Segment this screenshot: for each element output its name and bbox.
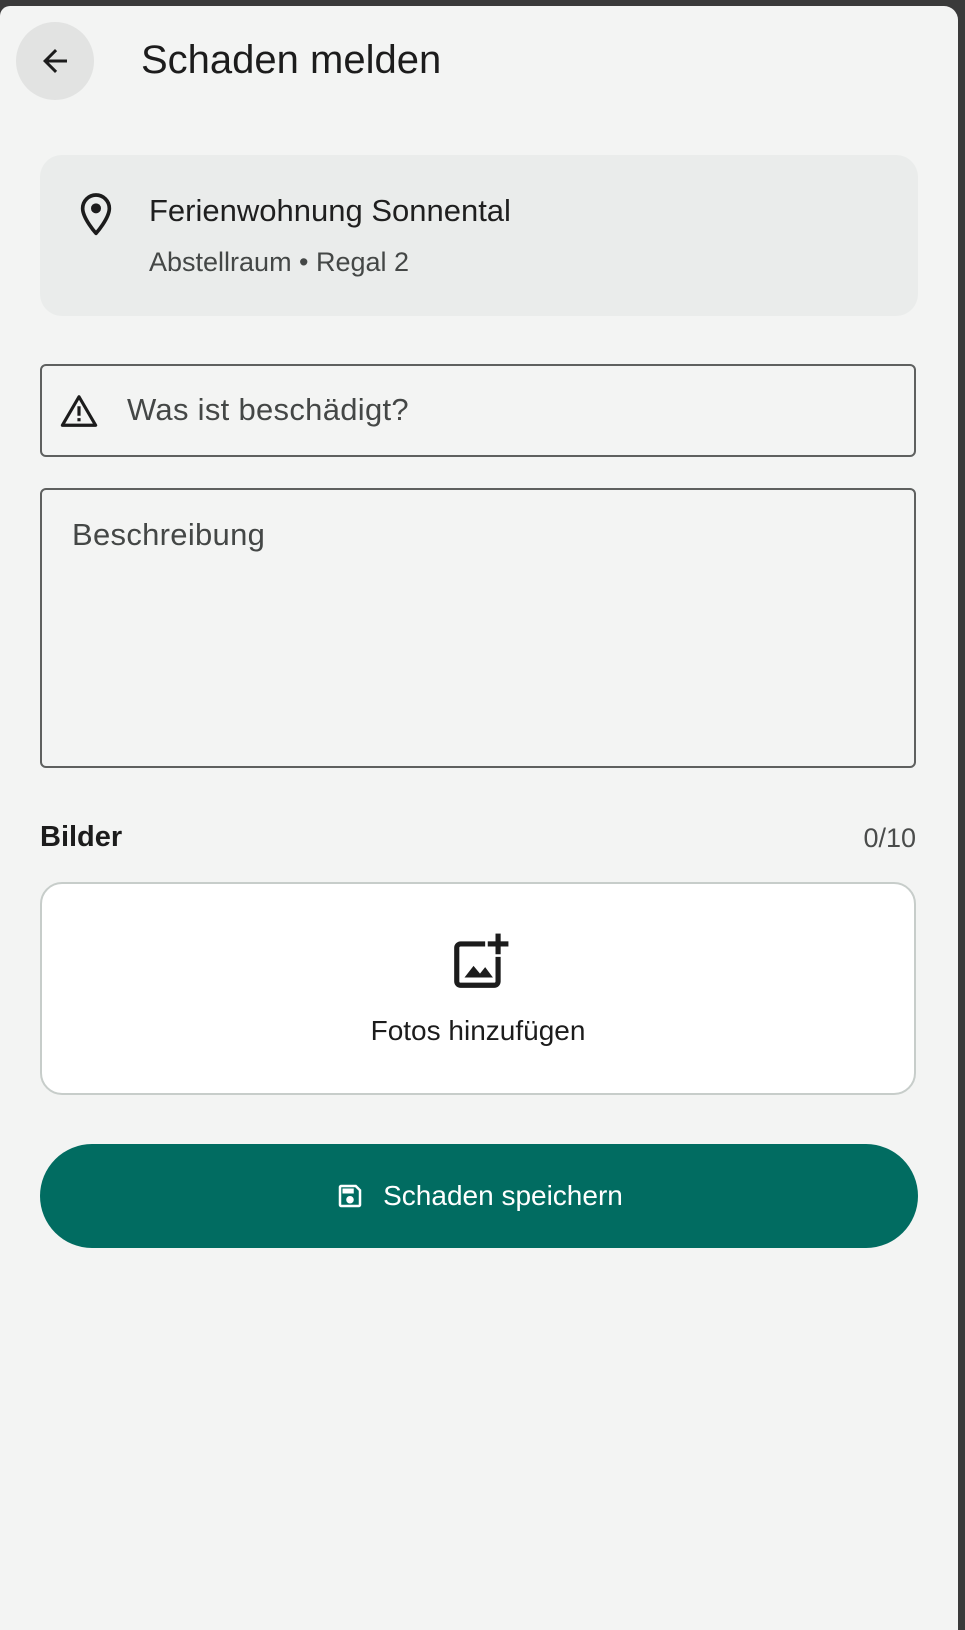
images-count: 0/10 bbox=[863, 823, 916, 853]
save-icon bbox=[335, 1181, 365, 1211]
map-pin-icon bbox=[80, 193, 112, 236]
location-name: Ferienwohnung Sonnental bbox=[149, 193, 511, 228]
back-button[interactable] bbox=[16, 22, 94, 100]
add-photos-label: Fotos hinzufügen bbox=[370, 1015, 586, 1046]
save-damage-label: Schaden speichern bbox=[383, 1180, 623, 1212]
add-photos-button[interactable]: Fotos hinzufügen bbox=[40, 882, 916, 1095]
arrow-left-icon bbox=[43, 49, 67, 73]
warning-triangle-icon bbox=[60, 395, 98, 427]
description-field[interactable]: Beschreibung bbox=[40, 488, 916, 768]
damage-report-screen: Schaden melden Ferienwohnung Sonnental A… bbox=[0, 6, 958, 1630]
location-card: Ferienwohnung Sonnental Abstellraum • Re… bbox=[40, 155, 918, 316]
page-title: Schaden melden bbox=[141, 38, 442, 82]
damage-item-field[interactable]: Was ist beschädigt? bbox=[40, 364, 916, 457]
description-placeholder: Beschreibung bbox=[72, 517, 266, 552]
location-subtitle: Abstellraum • Regal 2 bbox=[149, 247, 410, 277]
save-damage-button[interactable]: Schaden speichern bbox=[40, 1144, 918, 1248]
damage-item-placeholder: Was ist beschädigt? bbox=[127, 392, 409, 427]
add-photo-icon bbox=[454, 933, 509, 988]
images-label: Bilder bbox=[40, 821, 123, 853]
